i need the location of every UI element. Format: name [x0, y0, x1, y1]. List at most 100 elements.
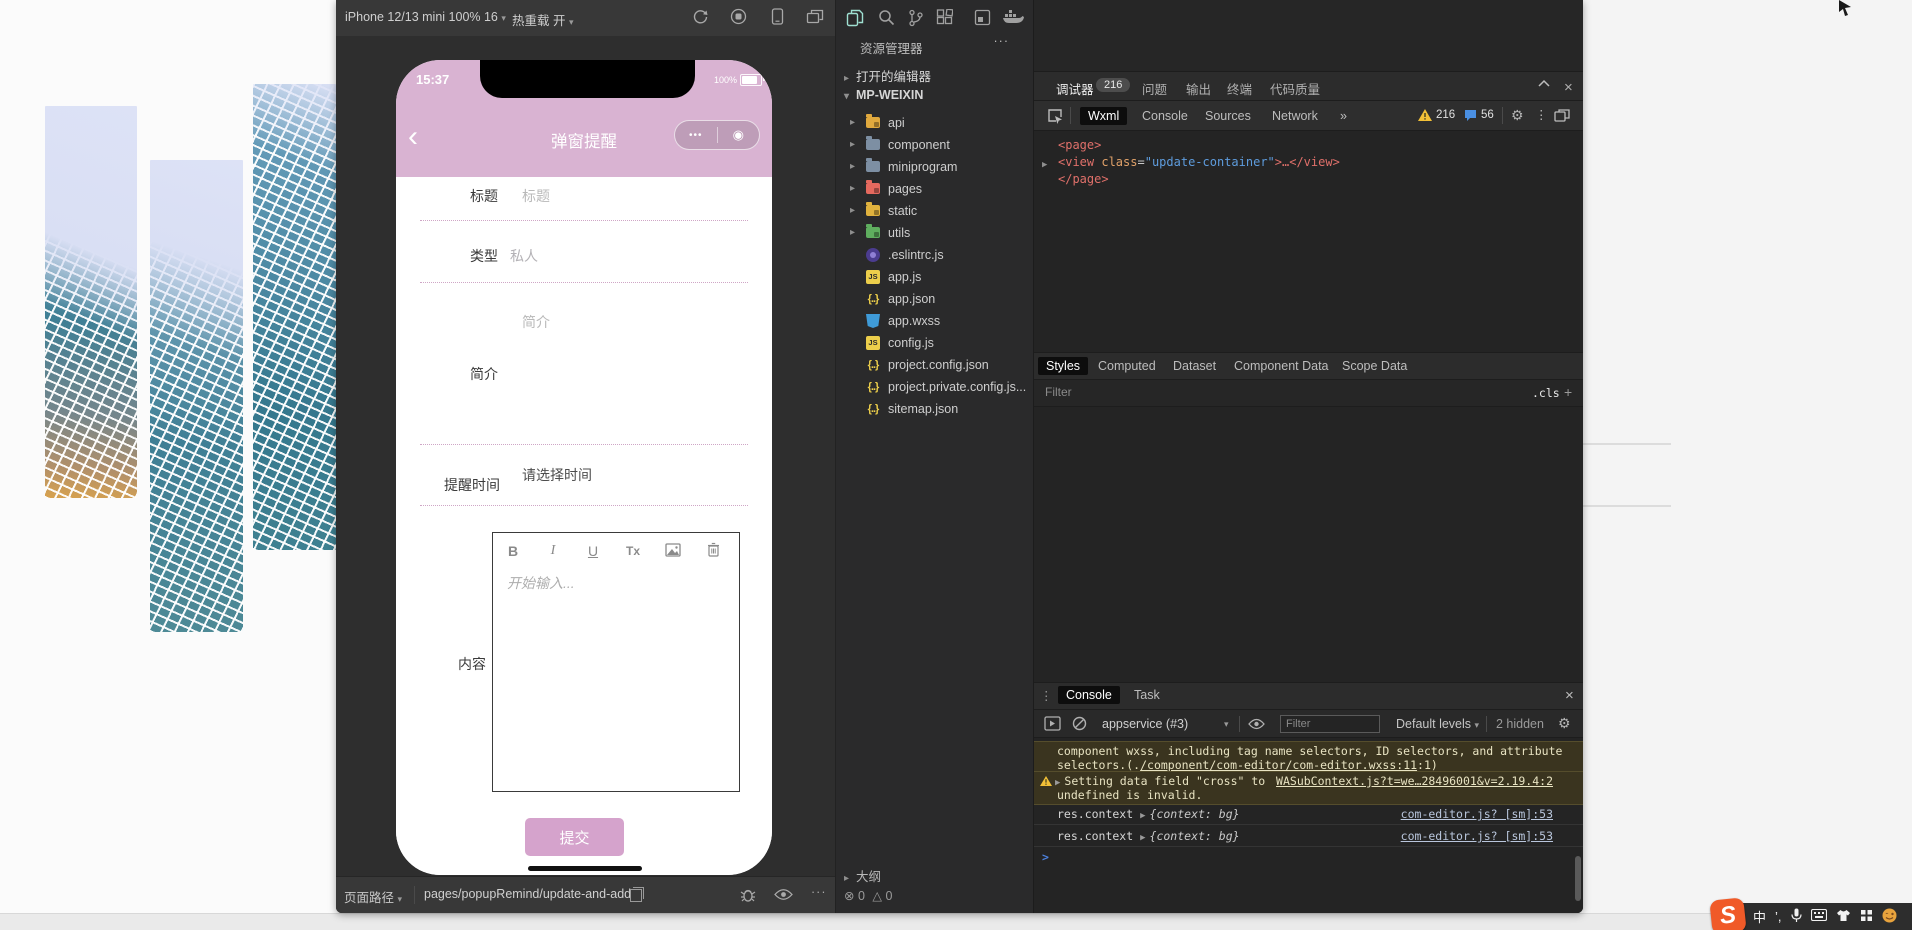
wxml-node[interactable]: <page>: [1058, 137, 1101, 154]
refresh-icon[interactable]: [692, 8, 709, 28]
keyboard-icon[interactable]: [1810, 908, 1827, 924]
collapse-chevron-icon[interactable]: [1538, 76, 1550, 90]
device-selector[interactable]: iPhone 12/13 mini 100% 16 ▾: [345, 10, 506, 24]
tab-network[interactable]: Network: [1264, 107, 1326, 125]
expand-arrow-icon[interactable]: ▶: [1140, 833, 1145, 843]
type-picker[interactable]: 私人: [510, 246, 538, 266]
extensions-icon[interactable]: [936, 8, 954, 29]
source-link[interactable]: com-editor.js? [sm]:53: [1401, 826, 1553, 847]
scrollbar-thumb[interactable]: [1575, 856, 1581, 901]
tab-code-quality[interactable]: 代码质量: [1270, 79, 1320, 98]
file-item[interactable]: ▸ api: [836, 112, 1035, 134]
tab-console-bottom[interactable]: Console: [1058, 686, 1120, 704]
close-icon[interactable]: ×: [1564, 79, 1573, 96]
tab-debugger[interactable]: 调试器: [1056, 79, 1094, 103]
styles-filter-input[interactable]: [1043, 384, 1447, 400]
sidebar-toggle-icon[interactable]: [1044, 716, 1061, 734]
file-item[interactable]: ▸ pages: [836, 178, 1035, 200]
file-item[interactable]: ▸ component: [836, 134, 1035, 156]
tab-problems[interactable]: 问题: [1142, 79, 1167, 98]
title-input[interactable]: 标题: [522, 186, 550, 206]
console-warning[interactable]: component wxss, including tag name selec…: [1034, 741, 1583, 775]
phone-frame-icon[interactable]: [770, 8, 785, 28]
bug-icon[interactable]: [739, 886, 757, 907]
search-icon[interactable]: [878, 9, 895, 29]
expand-arrow-icon[interactable]: ▶: [1055, 778, 1060, 788]
tab-wxml[interactable]: Wxml: [1080, 107, 1128, 125]
file-item[interactable]: {..} app.json: [836, 288, 1035, 310]
context-selector[interactable]: appservice (#3): [1102, 717, 1188, 731]
expand-arrow-icon[interactable]: ▶: [1042, 157, 1047, 174]
gear-icon[interactable]: ⚙: [1511, 107, 1524, 124]
source-control-icon[interactable]: [908, 9, 924, 30]
more-dots-icon[interactable]: ···: [994, 34, 1010, 48]
wxml-node[interactable]: </page>: [1058, 171, 1109, 188]
ime-language-toggle[interactable]: 中: [1753, 907, 1766, 926]
wxml-node[interactable]: <view class="update-container">…</view>: [1058, 154, 1340, 171]
more-tabs-icon[interactable]: »: [1332, 107, 1355, 125]
tab-task[interactable]: Task: [1126, 686, 1168, 704]
file-item[interactable]: {..} sitemap.json: [836, 398, 1035, 420]
emoji-icon[interactable]: [1882, 908, 1897, 926]
file-item[interactable]: JS app.js: [836, 266, 1035, 288]
copy-icon[interactable]: [630, 887, 644, 902]
tab-scope-data[interactable]: Scope Data: [1334, 357, 1415, 375]
cls-toggle[interactable]: .cls: [1532, 386, 1560, 400]
tab-component-data[interactable]: Component Data: [1226, 357, 1337, 375]
console-filter-input[interactable]: [1280, 715, 1380, 733]
source-link[interactable]: com-editor.js? [sm]:53: [1401, 804, 1553, 825]
multi-window-icon[interactable]: [806, 8, 824, 28]
files-icon[interactable]: [846, 9, 864, 30]
skin-shirt-icon[interactable]: [1836, 909, 1851, 925]
source-link[interactable]: /component/com-editor/com-editor.wxss:11: [1140, 758, 1417, 772]
log-levels-selector[interactable]: Default levels ▾: [1396, 717, 1479, 731]
source-link[interactable]: WASubContext.js?t=we…28496001&v=2.19.4:2: [1276, 774, 1553, 788]
expand-arrow-icon[interactable]: ▶: [1140, 811, 1145, 821]
add-style-icon[interactable]: +: [1564, 384, 1572, 400]
file-item[interactable]: ▸ miniprogram: [836, 156, 1035, 178]
italic-icon[interactable]: I: [533, 543, 573, 559]
hot-reload-toggle[interactable]: 热重载 开 ▾: [512, 10, 574, 29]
tab-sources[interactable]: Sources: [1197, 107, 1259, 125]
docker-whale-icon[interactable]: [1002, 9, 1024, 29]
exit-circle-icon[interactable]: ◉: [718, 127, 760, 143]
drag-handle-icon[interactable]: ⋮: [1040, 688, 1053, 703]
microphone-icon[interactable]: [1790, 908, 1802, 926]
tab-computed[interactable]: Computed: [1090, 357, 1164, 375]
file-item[interactable]: app.wxss: [836, 310, 1035, 332]
trash-icon[interactable]: [693, 542, 733, 560]
clear-console-icon[interactable]: [1072, 716, 1087, 734]
insert-image-icon[interactable]: [653, 542, 693, 560]
tab-dataset[interactable]: Dataset: [1165, 357, 1224, 375]
bold-icon[interactable]: B: [493, 543, 533, 559]
file-item[interactable]: {..} project.config.json: [836, 354, 1035, 376]
submit-button[interactable]: 提交: [525, 818, 624, 856]
tab-terminal[interactable]: 终端: [1227, 79, 1252, 98]
close-icon[interactable]: ×: [1565, 687, 1574, 704]
file-item[interactable]: ▸ static: [836, 200, 1035, 222]
tab-output[interactable]: 输出: [1186, 79, 1211, 98]
console-warning[interactable]: ▶ Setting data field "cross" to WASubCont…: [1034, 771, 1583, 805]
tab-console[interactable]: Console: [1134, 107, 1196, 125]
outline-section[interactable]: ▸ 大纲: [844, 866, 881, 885]
record-icon[interactable]: [730, 8, 747, 28]
toolbox-grid-icon[interactable]: [1860, 909, 1873, 925]
gear-icon[interactable]: ⚙: [1558, 715, 1571, 732]
preview-eye-icon[interactable]: [774, 888, 793, 904]
time-picker[interactable]: 请选择时间: [522, 465, 592, 485]
tab-styles[interactable]: Styles: [1038, 357, 1089, 375]
open-editors-section[interactable]: ▸ 打开的编辑器: [844, 66, 931, 85]
live-expression-eye-icon[interactable]: [1248, 718, 1265, 733]
rich-text-editor[interactable]: B I U Tx 开始输入...: [492, 532, 740, 792]
console-prompt[interactable]: >: [1034, 850, 1583, 864]
intro-textarea[interactable]: 简介: [522, 312, 550, 332]
underline-icon[interactable]: U: [573, 543, 613, 559]
page-path-selector[interactable]: 页面路径 ▾: [344, 887, 402, 906]
mini-program-capsule[interactable]: ••• ◉: [674, 120, 760, 150]
more-dots-icon[interactable]: •••: [675, 130, 717, 141]
clear-format-icon[interactable]: Tx: [613, 544, 653, 558]
inspect-element-icon[interactable]: [1046, 108, 1063, 128]
kebab-menu-icon[interactable]: ⋮: [1535, 107, 1548, 122]
project-root[interactable]: ▾ MP-WEIXIN: [844, 88, 923, 102]
console-log-row[interactable]: res.context ▶ {context: bg} com-editor.js?…: [1034, 826, 1583, 847]
